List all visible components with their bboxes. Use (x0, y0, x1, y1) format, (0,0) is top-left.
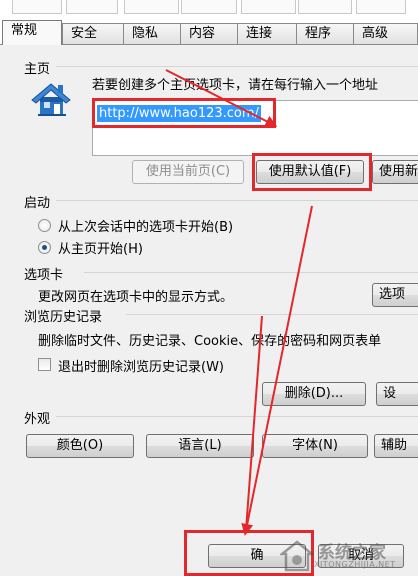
watermark-logo-icon (280, 540, 314, 572)
arrow-to-url (165, 69, 278, 127)
watermark: 系统之家 XITONGZHIJIA.NET (278, 536, 418, 576)
watermark-subtext: XITONGZHIJIA.NET (314, 560, 396, 569)
arrow-to-ok-2 (245, 315, 263, 531)
arrow-to-ok (241, 205, 313, 536)
tab-general[interactable]: 常规 (2, 20, 62, 45)
annotation-arrows (165, 69, 313, 536)
